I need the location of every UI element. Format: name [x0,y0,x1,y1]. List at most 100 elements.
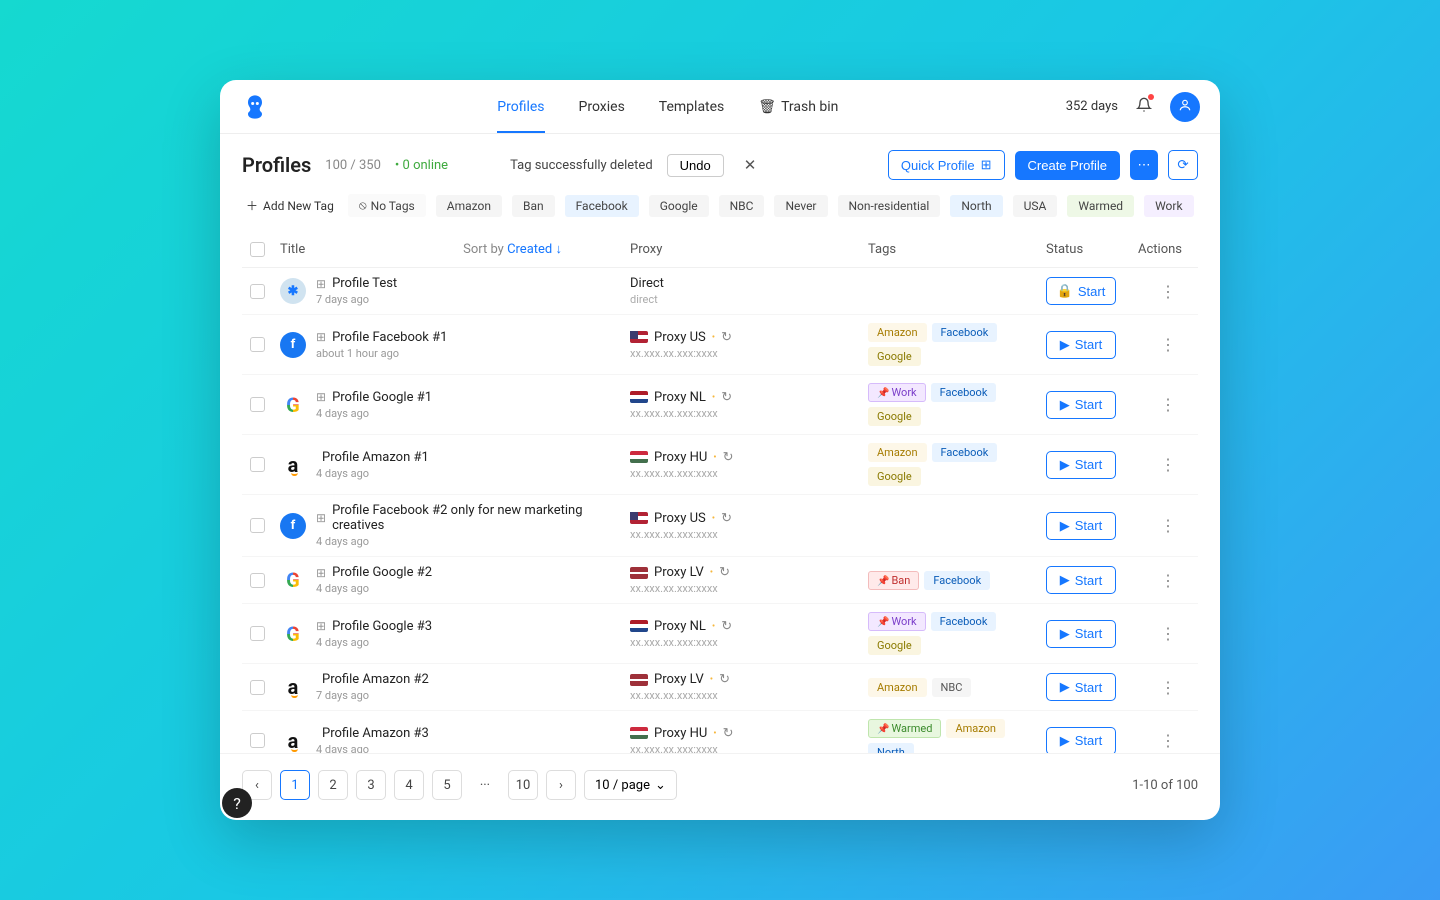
start-button[interactable]: ▶Start [1046,451,1116,479]
reload-icon[interactable]: ↻ [723,450,734,465]
tag-filter[interactable]: Non-residential [838,195,941,217]
start-button[interactable]: ▶Start [1046,673,1116,701]
page-button[interactable]: 2 [318,770,348,800]
tag[interactable]: Amazon [946,719,1005,738]
row-checkbox[interactable] [250,457,265,472]
profile-title[interactable]: Profile Amazon #3 [322,726,429,741]
profile-title[interactable]: Profile Amazon #2 [322,672,429,687]
row-checkbox[interactable] [250,680,265,695]
page-button[interactable]: 10 [508,770,538,800]
row-more-button[interactable]: ⋮ [1138,455,1198,474]
start-button[interactable]: ▶Start [1046,566,1116,594]
row-checkbox[interactable] [250,733,265,748]
page-next-button[interactable]: › [546,770,576,800]
tag[interactable]: NBC [932,678,972,697]
nav-templates[interactable]: Templates [659,81,725,133]
avatar[interactable] [1170,92,1200,122]
tag-no-tags[interactable]: ⦸ No Tags [348,194,426,217]
tag[interactable]: Google [868,467,921,486]
profile-title[interactable]: Profile Google #1 [332,390,432,405]
start-button[interactable]: ▶Start [1046,727,1116,754]
page-button[interactable]: 1 [280,770,310,800]
tag[interactable]: Amazon [868,678,927,697]
quick-profile-button[interactable]: Quick Profile ⊞ [888,150,1005,180]
start-button[interactable]: ▶Start [1046,331,1116,359]
row-checkbox[interactable] [250,397,265,412]
row-more-button[interactable]: ⋮ [1138,731,1198,750]
row-more-button[interactable]: ⋮ [1138,335,1198,354]
row-more-button[interactable]: ⋮ [1138,571,1198,590]
row-more-button[interactable]: ⋮ [1138,282,1198,301]
row-checkbox[interactable] [250,518,265,533]
nav-proxies[interactable]: Proxies [579,81,625,133]
select-all-checkbox[interactable] [250,242,265,257]
sort-control[interactable]: Sort by Created ↓ [463,241,562,257]
tag[interactable]: 📌Work [868,612,926,631]
tag[interactable]: Google [868,407,921,426]
add-new-tag-button[interactable]: ＋ Add New Tag [242,194,338,217]
tag[interactable]: Amazon [868,443,927,462]
tag-filter[interactable]: NBC [719,195,765,217]
tag[interactable]: 📌Work [868,383,926,402]
tag[interactable]: Facebook [931,612,997,631]
page-button[interactable]: 5 [432,770,462,800]
tag[interactable]: Amazon [868,323,927,342]
row-checkbox[interactable] [250,573,265,588]
reload-icon[interactable]: ↻ [721,511,732,526]
undo-button[interactable]: Undo [667,154,724,177]
refresh-button[interactable]: ⟳ [1168,150,1198,180]
profile-title[interactable]: Profile Facebook #1 [332,330,447,345]
start-button[interactable]: 🔒Start [1046,277,1116,305]
nav-trash[interactable]: 🗑 Trash bin [758,81,838,133]
profile-title[interactable]: Profile Google #2 [332,565,432,580]
nav-profiles[interactable]: Profiles [497,81,544,133]
tag-filter[interactable]: Work [1144,195,1193,217]
close-icon[interactable]: ✕ [738,153,763,177]
row-more-button[interactable]: ⋮ [1138,678,1198,697]
row-checkbox[interactable] [250,626,265,641]
tag-filter[interactable]: North [950,195,1002,217]
profile-title[interactable]: Profile Facebook #2 only for new marketi… [332,503,622,533]
reload-icon[interactable]: ↻ [721,390,732,405]
tag[interactable]: Google [868,636,921,655]
profile-title[interactable]: Profile Google #3 [332,619,432,634]
reload-icon[interactable]: ↻ [721,330,732,345]
reload-icon[interactable]: ↻ [719,672,730,687]
tag[interactable]: North [868,743,914,753]
page-size-select[interactable]: 10 / page ⌄ [584,770,677,800]
tag[interactable]: Facebook [924,571,990,590]
row-more-button[interactable]: ⋮ [1138,516,1198,535]
profile-title[interactable]: Profile Test [332,276,397,291]
tag-filter[interactable]: Facebook [565,195,639,217]
reload-icon[interactable]: ↻ [723,726,734,741]
help-button[interactable]: ? [222,788,252,818]
tag-filter[interactable]: Amazon [436,195,502,217]
tag[interactable]: Facebook [931,383,997,402]
proxy-address: direct [630,293,860,306]
create-profile-more-button[interactable]: ⋯ [1130,150,1158,180]
tag[interactable]: 📌Ban [868,571,919,590]
tag[interactable]: 📌Warmed [868,719,941,738]
reload-icon[interactable]: ↻ [719,565,730,580]
reload-icon[interactable]: ↻ [721,619,732,634]
row-checkbox[interactable] [250,337,265,352]
create-profile-button[interactable]: Create Profile [1015,151,1120,180]
start-button[interactable]: ▶Start [1046,620,1116,648]
tag-filter[interactable]: Never [774,195,827,217]
tag[interactable]: Google [868,347,921,366]
tag[interactable]: Facebook [932,443,998,462]
start-button[interactable]: ▶Start [1046,391,1116,419]
row-more-button[interactable]: ⋮ [1138,624,1198,643]
tag-filter[interactable]: Warmed [1067,195,1134,217]
row-more-button[interactable]: ⋮ [1138,395,1198,414]
page-button[interactable]: 3 [356,770,386,800]
tag-filter[interactable]: Google [649,195,709,217]
tag-filter[interactable]: Ban [512,195,555,217]
row-checkbox[interactable] [250,284,265,299]
profile-title[interactable]: Profile Amazon #1 [322,450,429,465]
page-button[interactable]: 4 [394,770,424,800]
tag[interactable]: Facebook [932,323,998,342]
notifications-button[interactable] [1136,97,1152,117]
start-button[interactable]: ▶Start [1046,512,1116,540]
tag-filter[interactable]: USA [1013,195,1058,217]
